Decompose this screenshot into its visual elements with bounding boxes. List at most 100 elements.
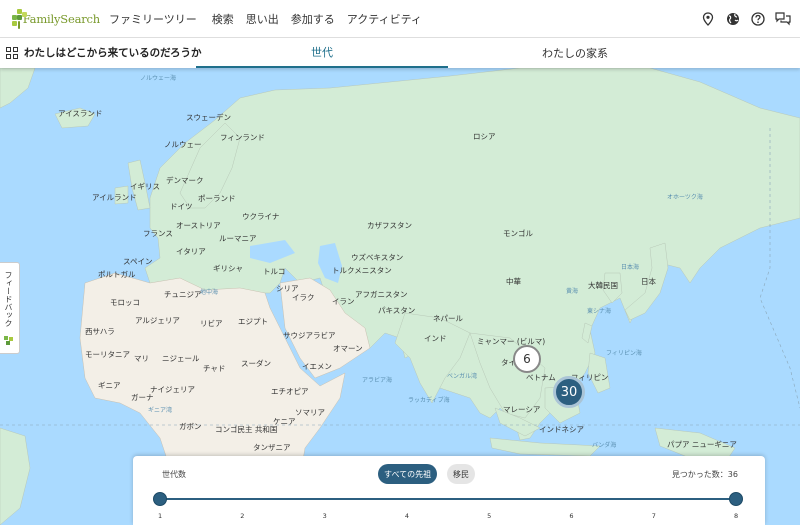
help-icon[interactable]: [750, 11, 766, 27]
svg-text:シリア: シリア: [276, 284, 299, 293]
ancestor-cluster-marker[interactable]: 6: [513, 345, 541, 373]
svg-text:オホーツク海: オホーツク海: [667, 193, 703, 201]
svg-text:東シナ海: 東シナ海: [587, 307, 611, 315]
nav-get-involved[interactable]: 参加する: [291, 11, 335, 27]
generation-slider-max-handle[interactable]: [729, 492, 743, 506]
svg-text:スーダン: スーダン: [241, 358, 271, 368]
svg-text:アフガニスタン: アフガニスタン: [355, 289, 408, 299]
svg-text:マレーシア: マレーシア: [503, 405, 540, 414]
generation-slider-min-handle[interactable]: [153, 492, 167, 506]
svg-text:エチオピア: エチオピア: [271, 387, 309, 396]
svg-text:ガボン: ガボン: [179, 421, 202, 431]
svg-text:中華: 中華: [506, 276, 521, 286]
svg-text:チャド: チャド: [203, 364, 225, 373]
svg-text:パキスタン: パキスタン: [378, 306, 415, 315]
svg-text:ドイツ: ドイツ: [170, 202, 193, 211]
svg-text:フランス: フランス: [143, 229, 173, 238]
svg-text:イラン: イラン: [332, 297, 355, 306]
filter-immigrants-button[interactable]: 移民: [447, 464, 475, 484]
svg-text:西サハラ: 西サハラ: [85, 327, 115, 336]
slider-tick-label: 2: [240, 512, 245, 520]
feedback-label: フィードバック: [4, 271, 13, 327]
svg-text:スペイン: スペイン: [123, 257, 152, 266]
ancestor-cluster-marker[interactable]: 30: [553, 376, 585, 408]
svg-text:パプア ニューギニア: パプア ニューギニア: [667, 440, 737, 449]
svg-text:ニジェール: ニジェール: [162, 354, 200, 363]
svg-text:アラビア海: アラビア海: [362, 376, 392, 384]
slider-tick-label: 4: [404, 512, 409, 520]
svg-text:ネパール: ネパール: [433, 314, 463, 323]
slider-tick-label: 6: [569, 512, 574, 520]
svg-text:イギリス: イギリス: [130, 182, 160, 191]
svg-text:ギニア: ギニア: [98, 381, 121, 390]
tab-my-family[interactable]: わたしの家系: [449, 38, 701, 68]
svg-text:オーストリア: オーストリア: [176, 221, 221, 230]
slider-tick-label: 3: [322, 512, 327, 520]
svg-text:ベンガル湾: ベンガル湾: [447, 372, 477, 380]
svg-text:モーリタニア: モーリタニア: [85, 350, 130, 359]
svg-text:サウジアラビア: サウジアラビア: [283, 331, 336, 340]
svg-text:タンザニア: タンザニア: [253, 443, 291, 452]
svg-text:ラッカディブ海: ラッカディブ海: [408, 396, 450, 404]
family-tree-logo-icon: [12, 8, 27, 29]
svg-text:ミャンマー (ビルマ): ミャンマー (ビルマ): [477, 337, 545, 346]
globe-icon[interactable]: [725, 11, 741, 27]
nav-activities[interactable]: アクティビティ: [347, 11, 422, 27]
svg-text:スウェーデン: スウェーデン: [186, 112, 231, 122]
svg-text:黄海: 黄海: [566, 287, 578, 295]
filter-all-ancestors-button[interactable]: すべての先祖: [378, 464, 438, 484]
svg-text:イタリア: イタリア: [176, 247, 206, 256]
nav-family-tree[interactable]: ファミリーツリー: [109, 11, 197, 27]
svg-text:大韓民国: 大韓民国: [588, 280, 618, 290]
svg-text:ベトナム: ベトナム: [526, 373, 556, 382]
feedback-tab[interactable]: フィードバック: [0, 262, 20, 354]
top-icons: [700, 11, 791, 27]
svg-text:ロシア: ロシア: [473, 132, 496, 141]
generation-filter-panel: 世代数 すべての先祖 移民 見つかった数：36 1 2 3 4 5 6 7 8: [133, 456, 765, 525]
svg-text:イエメン: イエメン: [302, 362, 332, 371]
svg-text:アルジェリア: アルジェリア: [135, 316, 180, 325]
svg-text:ギニア湾: ギニア湾: [148, 406, 172, 414]
page-title-text: わたしはどこから来ているのだろうか: [24, 47, 202, 59]
familysearch-logo[interactable]: FamilySearch: [12, 8, 101, 29]
main-nav: ファミリーツリー 検索 思い出 参加する アクティビティ: [109, 11, 434, 27]
logo-text: FamilySearch: [22, 11, 101, 26]
location-pin-icon[interactable]: [700, 11, 716, 27]
svg-text:モンゴル: モンゴル: [503, 228, 533, 238]
svg-text:オマーン: オマーン: [333, 344, 363, 353]
svg-text:トルクメニスタン: トルクメニスタン: [332, 266, 392, 275]
svg-text:ノルウェー: ノルウェー: [164, 140, 202, 149]
slider-tick-label: 5: [487, 512, 492, 520]
slider-tick-label: 7: [651, 512, 656, 520]
svg-text:アイスランド: アイスランド: [58, 109, 102, 118]
feedback-logo-icon: [4, 336, 13, 345]
svg-text:インドネシア: インドネシア: [539, 425, 584, 434]
svg-text:マリ: マリ: [134, 354, 149, 363]
svg-text:コンゴ民主 共和国: コンゴ民主 共和国: [215, 424, 277, 434]
app-grid-icon[interactable]: [6, 46, 18, 59]
generations-label: 世代数: [162, 470, 186, 479]
generation-slider-track[interactable]: [160, 498, 736, 500]
svg-text:モロッコ: モロッコ: [110, 298, 140, 307]
nav-memories[interactable]: 思い出: [246, 11, 279, 27]
chat-icon[interactable]: [775, 11, 791, 27]
svg-text:ケニア: ケニア: [273, 417, 296, 426]
svg-text:フィンランド: フィンランド: [220, 133, 265, 142]
svg-text:トルコ: トルコ: [263, 267, 285, 276]
svg-text:ガーナ: ガーナ: [131, 392, 154, 402]
svg-text:日本海: 日本海: [621, 263, 639, 271]
svg-text:ギリシャ: ギリシャ: [213, 264, 243, 273]
svg-text:エジプト: エジプト: [238, 317, 268, 326]
svg-text:日本: 日本: [641, 276, 656, 286]
slider-tick-label: 1: [158, 512, 163, 520]
svg-text:ウクライナ: ウクライナ: [242, 212, 279, 221]
svg-text:インド: インド: [424, 334, 447, 343]
svg-text:ウズベキスタン: ウズベキスタン: [351, 252, 403, 262]
svg-text:デンマーク: デンマーク: [166, 175, 204, 185]
svg-text:ルーマニア: ルーマニア: [219, 234, 257, 243]
found-count: 見つかった数：36: [671, 470, 738, 479]
nav-search[interactable]: 検索: [212, 11, 234, 27]
tab-generations[interactable]: 世代: [196, 38, 448, 68]
svg-text:地中海: 地中海: [200, 288, 218, 296]
top-navigation-bar: FamilySearch ファミリーツリー 検索 思い出 参加する アクティビテ…: [0, 0, 800, 38]
